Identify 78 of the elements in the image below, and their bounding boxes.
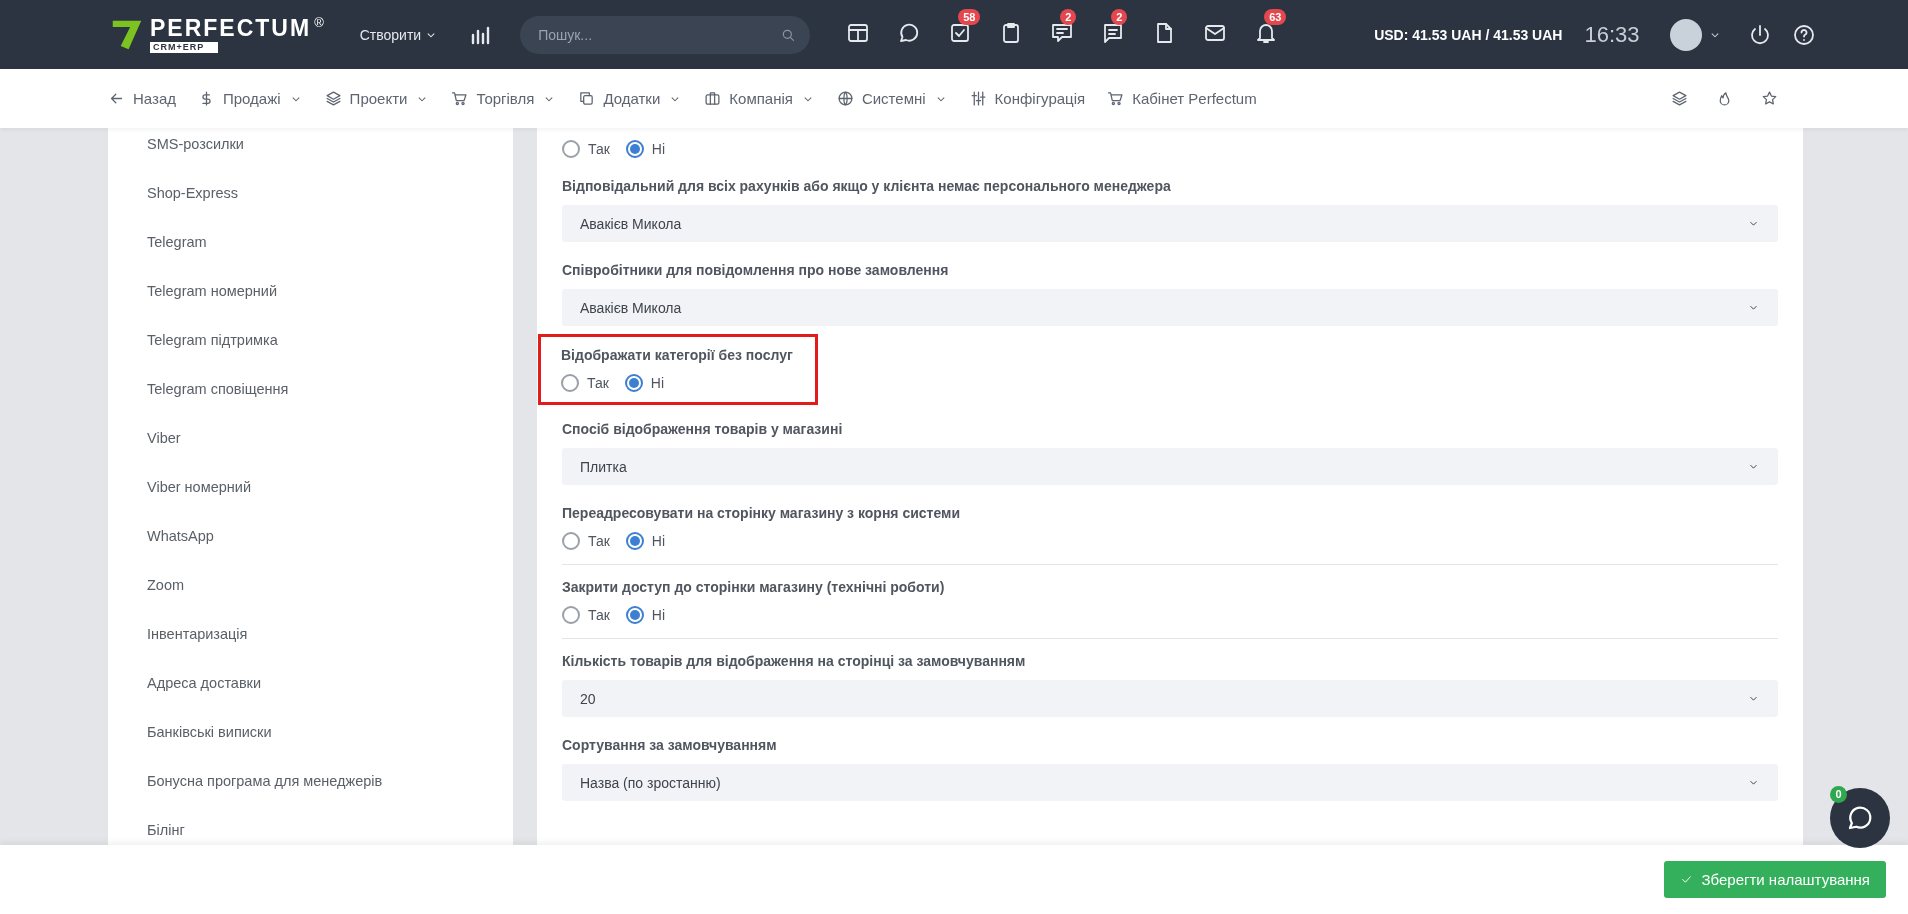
radio-button[interactable] — [562, 532, 580, 550]
layers-icon[interactable] — [1671, 90, 1688, 107]
radio-button[interactable] — [625, 532, 644, 550]
check-icon — [1680, 873, 1694, 886]
nav-menu-item[interactable]: Назад — [108, 90, 176, 107]
globe-icon — [836, 90, 854, 107]
radio-button[interactable] — [625, 140, 644, 158]
sidebar-item[interactable]: Viber — [108, 414, 513, 463]
radio-button[interactable] — [561, 374, 579, 392]
radio-label[interactable]: Ні — [651, 607, 666, 623]
sidebar-item[interactable]: Інвентаризація — [108, 610, 513, 659]
radio-label[interactable]: Ні — [650, 375, 665, 391]
briefcase-icon — [704, 90, 722, 107]
field-label: Співробітники для повідомлення про нове замовлення — [562, 262, 950, 278]
sidebar-item[interactable]: WhatsApp — [108, 512, 513, 561]
radio-button[interactable] — [624, 374, 643, 392]
nav-menu-item[interactable]: Проекти — [324, 90, 430, 107]
nav-menu-item[interactable]: Продажі — [198, 90, 303, 107]
chat-widget-button[interactable] — [1830, 788, 1890, 848]
notification-badge: 63 — [1264, 8, 1287, 25]
sidebar-item[interactable]: Банківські виписки — [108, 708, 513, 757]
notification-badge: 58 — [958, 8, 981, 25]
currency-rate: USD: 41.53 UAH / 41.53 UAH — [1374, 26, 1563, 43]
nav-menu-item[interactable]: Кабінет Perfectum — [1107, 90, 1257, 107]
nav-menu-item[interactable]: Торгівля — [451, 90, 557, 107]
sidebar-item[interactable]: Telegram сповіщення — [108, 365, 513, 414]
field-label: Сортування за замовчуванням — [562, 737, 778, 753]
registered-mark: ® — [314, 16, 324, 29]
sidebar-item[interactable]: Shop-Express — [108, 169, 513, 218]
nav-menu-item[interactable]: Конфігурація — [969, 90, 1086, 107]
help-icon[interactable] — [1791, 22, 1816, 47]
radio-label[interactable]: Так — [588, 533, 610, 549]
field-label: Закрити доступ до сторінки магазину (технічні роботи) — [562, 579, 946, 595]
nav-menu-item[interactable]: Компанія — [704, 90, 815, 107]
radio-button[interactable] — [562, 140, 580, 158]
logo-wordmark: PERFECTUM — [150, 16, 312, 40]
logo-subtitle: CRM+ERP — [150, 42, 219, 53]
copy-icon — [578, 90, 596, 107]
user-avatar[interactable] — [1669, 18, 1702, 51]
star-icon[interactable] — [1761, 90, 1778, 107]
nav-menu-item[interactable]: Додатки — [578, 90, 683, 107]
clock-time: 16:33 — [1584, 21, 1640, 48]
field-label: Переадресовувати на сторінку магазину з корня системи — [562, 505, 961, 521]
field-label: Відповідальний для всіх рахунків або якщо у клієнта немає персонального менеджера — [562, 178, 1172, 194]
select-dropdown[interactable]: 20 — [562, 680, 1778, 717]
radio-label[interactable]: Так — [588, 607, 610, 623]
notification-badge: 2 — [1111, 8, 1128, 25]
radio-button[interactable] — [625, 606, 644, 624]
create-menu-button[interactable]: Створити — [359, 26, 439, 43]
radio-label[interactable]: Так — [588, 141, 610, 157]
notification-badge: 0 — [1830, 786, 1847, 803]
sidebar-item[interactable]: Бонусна програма для менеджерів — [108, 757, 513, 806]
radio-label[interactable]: Так — [587, 375, 609, 391]
field-label: Відображати категорії без послуг — [561, 347, 793, 363]
nav-menu-item[interactable]: Системні — [836, 90, 948, 107]
radio-label[interactable]: Ні — [651, 533, 666, 549]
sidebar-item[interactable]: Білінг — [108, 806, 513, 845]
notification-badge: 2 — [1060, 8, 1077, 25]
sidebar-item[interactable]: Viber номерний — [108, 463, 513, 512]
sidebar-item[interactable]: Telegram підтримка — [108, 316, 513, 365]
cart-icon — [1107, 90, 1125, 107]
sidebar-item[interactable]: Telegram — [108, 218, 513, 267]
search-field[interactable]: Пошук... — [520, 15, 811, 54]
sidebar-item[interactable]: Telegram номерний — [108, 267, 513, 316]
select-dropdown[interactable]: Назва (по зростанню) — [562, 764, 1778, 801]
radio-label[interactable]: Ні — [651, 141, 666, 157]
select-dropdown[interactable]: Плитка — [562, 448, 1778, 485]
select-dropdown[interactable]: Авакієв Микола — [562, 205, 1778, 242]
layers-icon — [324, 90, 342, 107]
select-dropdown[interactable]: Авакієв Микола — [562, 289, 1778, 326]
field-label: Кількість товарів для відображення на сторінці за замовчуванням — [562, 653, 1027, 669]
sliders-icon — [969, 90, 987, 107]
field-label: Спосіб відображення товарів у магазині — [562, 421, 844, 437]
sidebar-item[interactable]: SMS-розсилки — [108, 128, 513, 169]
sidebar-item[interactable]: Zoom — [108, 561, 513, 610]
sidebar-item[interactable]: Адреса доставки — [108, 659, 513, 708]
cart-icon — [451, 90, 469, 107]
radio-button[interactable] — [562, 606, 580, 624]
